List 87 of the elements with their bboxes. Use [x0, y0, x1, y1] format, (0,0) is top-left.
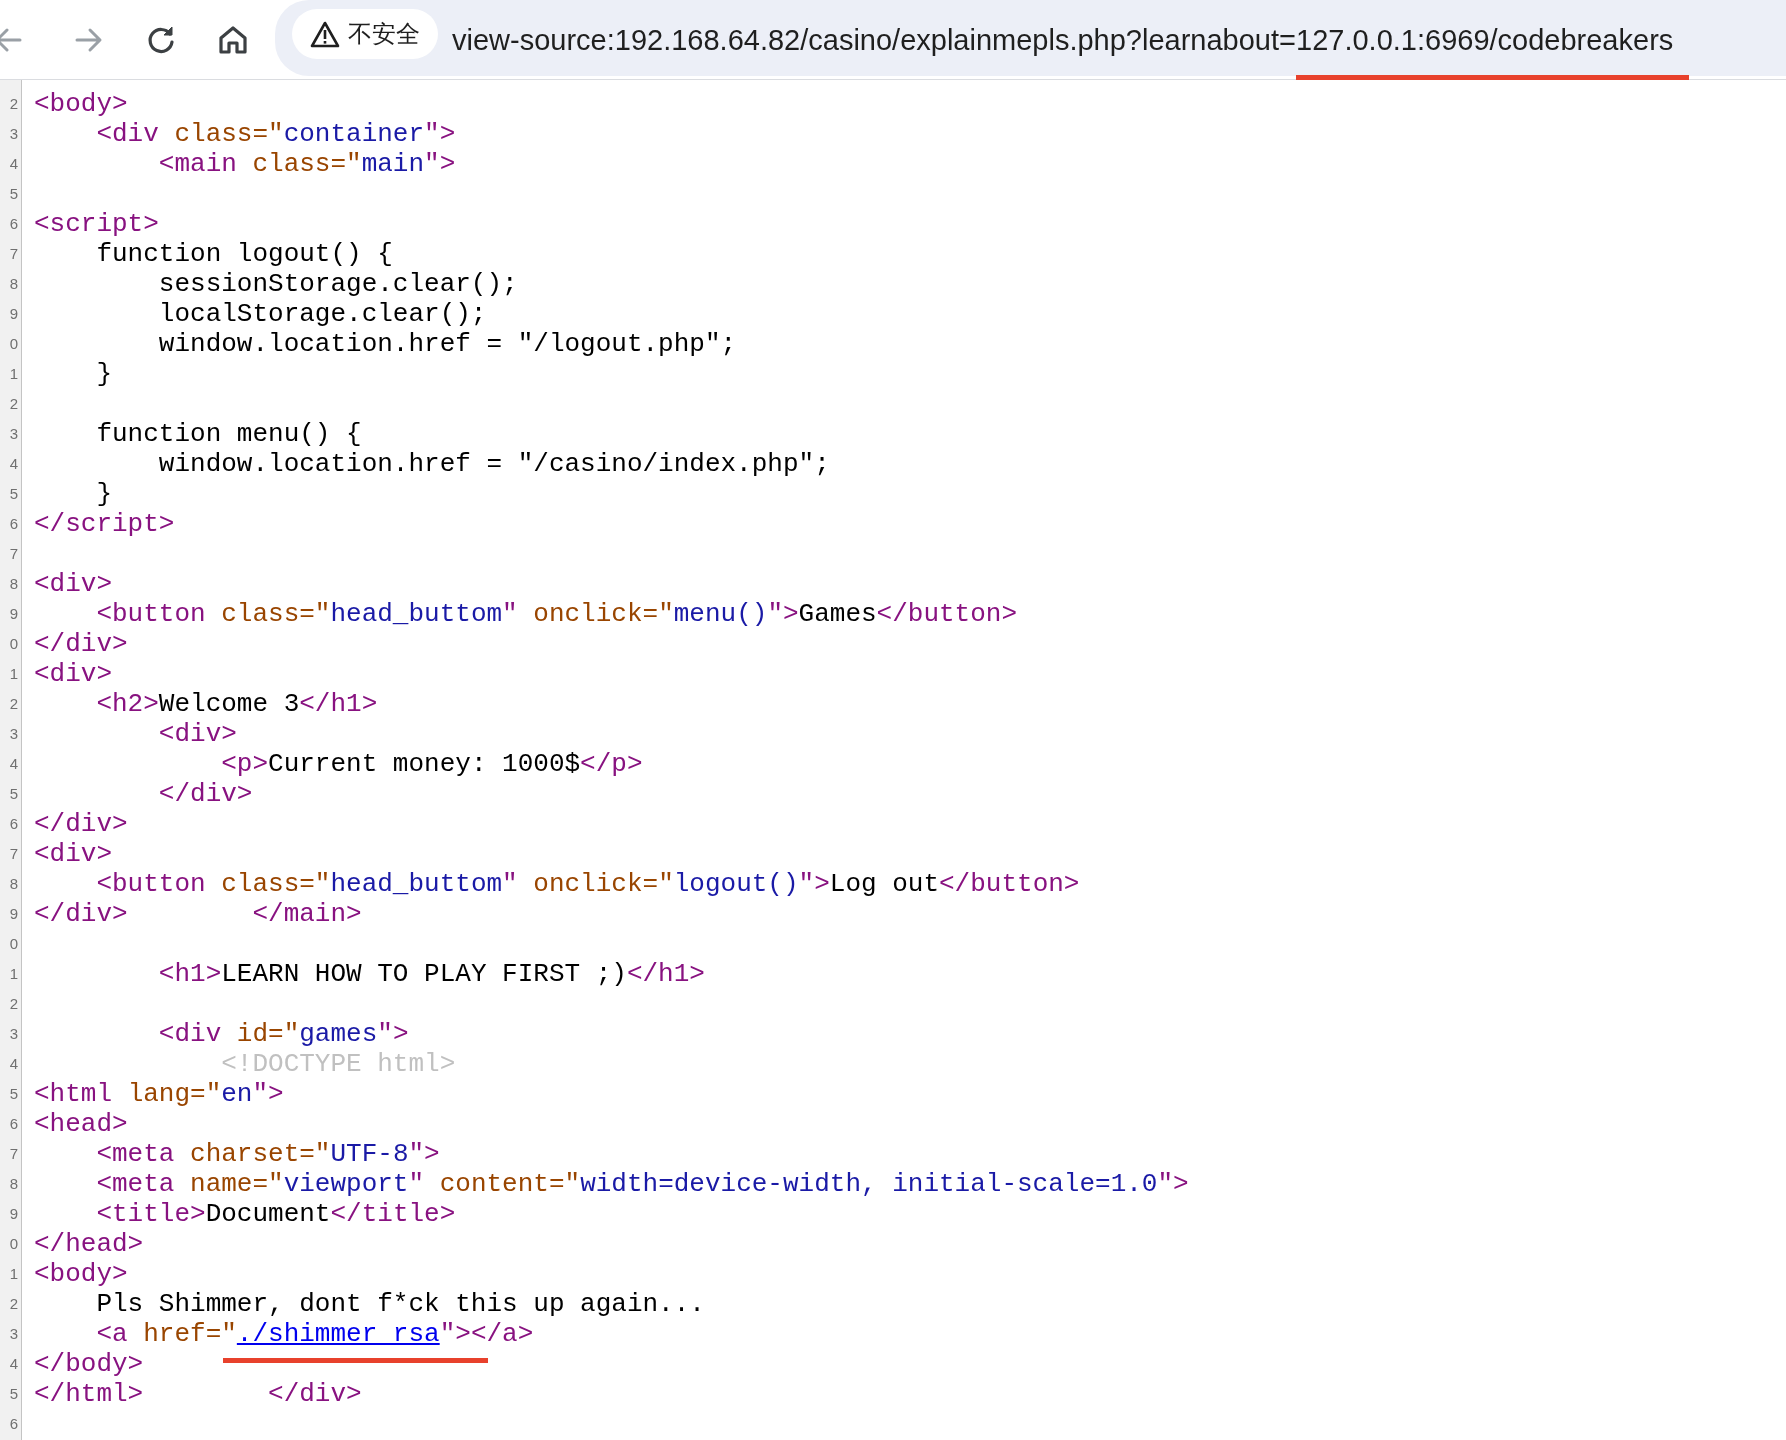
- code-line: <button class="head_buttom" onclick="menu()">Games</button>: [95, 599, 1018, 629]
- line-number: 0: [9, 633, 18, 654]
- code-line: <head>: [34, 1109, 128, 1139]
- line-number: 0: [9, 1233, 18, 1254]
- line-number: 9: [9, 603, 18, 624]
- line-number: 3: [9, 1023, 18, 1044]
- code-line: </html> </div>: [34, 1379, 362, 1409]
- line-number: 6: [9, 213, 18, 234]
- code-line: </body>: [34, 1349, 144, 1379]
- code-line: <script>: [34, 209, 159, 239]
- line-number: 8: [9, 573, 18, 594]
- code-line: <body>: [34, 89, 128, 119]
- code-line: <div id="games">: [157, 1019, 409, 1049]
- code-line: Pls Shimmer, dont f*ck this up again...: [95, 1289, 705, 1319]
- code-line: <meta name="viewport" content="width=device-width, initial-scale=1.0">: [95, 1169, 1189, 1199]
- code-line: function logout() {: [95, 239, 393, 269]
- code-line: }: [95, 359, 112, 389]
- code-line: </div> </main>: [34, 899, 362, 929]
- line-number: 7: [9, 843, 18, 864]
- line-number: 8: [9, 273, 18, 294]
- line-number: 7: [9, 1143, 18, 1164]
- code-line: window.location.href = "/logout.php";: [157, 329, 737, 359]
- line-number: 0: [9, 933, 18, 954]
- code-line: </div>: [34, 809, 128, 839]
- line-number: 3: [9, 1323, 18, 1344]
- code-line: sessionStorage.clear();: [157, 269, 518, 299]
- line-number: 7: [9, 243, 18, 264]
- code-line: }: [95, 479, 112, 509]
- code-line: <h2>Welcome 3</h1>: [95, 689, 378, 719]
- line-number: 8: [9, 1173, 18, 1194]
- line-number: 3: [9, 123, 18, 144]
- line-number: 3: [9, 423, 18, 444]
- line-number: 1: [9, 1263, 18, 1284]
- line-number: 5: [9, 183, 18, 204]
- line-number: 2: [9, 393, 18, 414]
- code-line: localStorage.clear();: [157, 299, 487, 329]
- code-line: <div>: [34, 569, 112, 599]
- line-number: 4: [9, 1053, 18, 1074]
- code-line: <div class="container">: [95, 119, 456, 149]
- line-number: 6: [9, 1113, 18, 1134]
- line-number: 2: [9, 1293, 18, 1314]
- code-line: </div>: [157, 779, 253, 809]
- code-line: <meta charset="UTF-8">: [95, 1139, 440, 1169]
- line-number: 8: [9, 873, 18, 894]
- line-number: 4: [9, 153, 18, 174]
- line-number: 2: [9, 93, 18, 114]
- code-line: <p>Current money: 1000$</p>: [220, 749, 643, 779]
- line-number: 5: [9, 783, 18, 804]
- source-link[interactable]: ./shimmer_rsa: [236, 1319, 440, 1349]
- code-line: <div>: [157, 719, 237, 749]
- line-number: 6: [9, 813, 18, 834]
- code-line: function menu() {: [95, 419, 362, 449]
- line-number: 0: [9, 333, 18, 354]
- line-number: 3: [9, 723, 18, 744]
- line-number: 4: [9, 1353, 18, 1374]
- code-line: <!DOCTYPE html>: [220, 1049, 456, 1079]
- code-line: <html lang="en">: [34, 1079, 284, 1109]
- line-number: 1: [9, 363, 18, 384]
- line-number: 6: [9, 513, 18, 534]
- line-number: 9: [9, 303, 18, 324]
- line-number: 1: [9, 963, 18, 984]
- code-line: <main class="main">: [157, 149, 456, 179]
- line-number: 1: [9, 663, 18, 684]
- line-number: 2: [9, 693, 18, 714]
- code-line: <h1>LEARN HOW TO PLAY FIRST ;)</h1>: [157, 959, 705, 989]
- code-line: </div>: [34, 629, 128, 659]
- line-number: 5: [9, 1383, 18, 1404]
- code-line: <a href="./shimmer_rsa"></a>: [34, 1319, 534, 1349]
- warning-icon: [310, 20, 340, 48]
- line-number: 7: [9, 543, 18, 564]
- code-line: <body>: [34, 1259, 128, 1289]
- line-number: 5: [9, 1083, 18, 1104]
- line-number: 4: [9, 453, 18, 474]
- security-chip[interactable]: 不安全: [292, 9, 438, 59]
- line-number: 9: [9, 903, 18, 924]
- code-line: window.location.href = "/casino/index.php";: [157, 449, 830, 479]
- line-number: 4: [9, 753, 18, 774]
- code-line: <div>: [34, 839, 112, 869]
- code-line: </head>: [34, 1229, 144, 1259]
- code-line: <div>: [34, 659, 112, 689]
- code-line: <button class="head_buttom" onclick="logout()">Log out</button>: [95, 869, 1080, 899]
- line-number: 6: [9, 1413, 18, 1434]
- code-line: <title>Document</title>: [95, 1199, 456, 1229]
- code-line: </script>: [34, 509, 175, 539]
- line-number: 5: [9, 483, 18, 504]
- line-number: 2: [9, 993, 18, 1014]
- line-number: 9: [9, 1203, 18, 1224]
